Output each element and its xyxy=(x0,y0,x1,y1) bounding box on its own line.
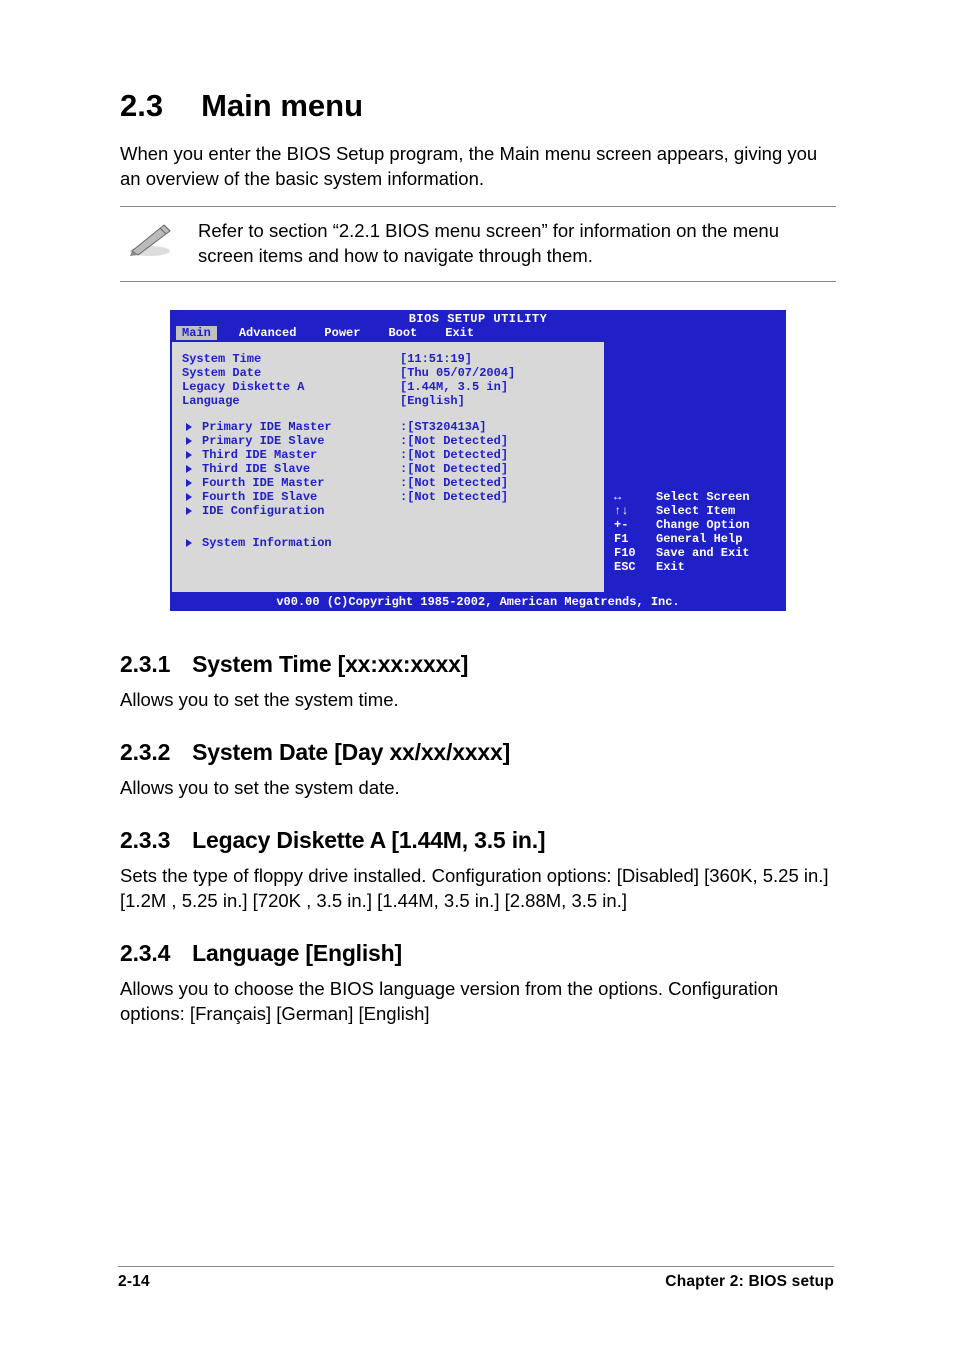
triangle-icon xyxy=(186,465,192,473)
bios-sub-label: IDE Configuration xyxy=(202,504,400,518)
triangle-icon xyxy=(186,493,192,501)
bios-sub-value: :[ST320413A] xyxy=(400,420,486,434)
help-key: F1 xyxy=(614,532,656,546)
triangle-icon xyxy=(186,479,192,487)
intro-paragraph: When you enter the BIOS Setup program, t… xyxy=(120,142,836,192)
note-text: Refer to section “2.2.1 BIOS menu screen… xyxy=(198,219,836,269)
bios-sub-label: Third IDE Slave xyxy=(202,462,400,476)
bios-tab-advanced: Advanced xyxy=(225,326,311,340)
section-title: Main menu xyxy=(201,88,363,123)
bios-row-value: [Thu 05/07/2004] xyxy=(400,366,515,380)
help-desc: Exit xyxy=(656,560,685,574)
help-desc: Select Item xyxy=(656,504,735,518)
bios-screenshot: BIOS SETUP UTILITY Main Advanced Power B… xyxy=(170,310,786,611)
subsection-number: 2.3.3 xyxy=(120,827,170,853)
triangle-icon xyxy=(186,539,192,547)
subsection-heading: 2.3.2 System Date [Day xx/xx/xxxx] xyxy=(120,739,836,766)
bios-row-value: [11:51:19] xyxy=(400,352,472,366)
help-desc: Select Screen xyxy=(656,490,750,504)
section-heading: 2.3 Main menu xyxy=(120,88,836,124)
bios-sub-label: Fourth IDE Master xyxy=(202,476,400,490)
pencil-icon xyxy=(126,221,174,257)
help-key: ESC xyxy=(614,560,656,574)
bios-sub-value: :[Not Detected] xyxy=(400,448,508,462)
bios-sub-label: Primary IDE Master xyxy=(202,420,400,434)
help-desc: Save and Exit xyxy=(656,546,750,560)
subsection-heading: 2.3.1 System Time [xx:xx:xxxx] xyxy=(120,651,836,678)
subsection-title: System Time [xx:xx:xxxx] xyxy=(192,651,468,677)
triangle-icon xyxy=(186,437,192,445)
bios-sub-value: :[Not Detected] xyxy=(400,490,508,504)
subsection-body: Allows you to set the system time. xyxy=(120,688,836,713)
subsection-title: System Date [Day xx/xx/xxxx] xyxy=(192,739,510,765)
page-number: 2-14 xyxy=(118,1273,150,1291)
bios-copyright: v00.00 (C)Copyright 1985-2002, American … xyxy=(170,594,786,611)
bios-sysinfo: System Information xyxy=(202,536,400,550)
triangle-icon xyxy=(186,451,192,459)
bios-row-label: System Time xyxy=(182,352,400,366)
bios-row-label: System Date xyxy=(182,366,400,380)
bios-tab-power: Power xyxy=(310,326,374,340)
help-desc: General Help xyxy=(656,532,742,546)
bios-sub-value: :[Not Detected] xyxy=(400,476,508,490)
subsection-title: Legacy Diskette A [1.44M, 3.5 in.] xyxy=(192,827,545,853)
bios-row-value: [1.44M, 3.5 in] xyxy=(400,380,508,394)
bios-title: BIOS SETUP UTILITY xyxy=(170,310,786,326)
subsection-body: Allows you to choose the BIOS language v… xyxy=(120,977,836,1027)
bios-sub-label: Fourth IDE Slave xyxy=(202,490,400,504)
help-key: ↔ xyxy=(614,490,656,504)
bios-sub-label: Primary IDE Slave xyxy=(202,434,400,448)
bios-row-value: [English] xyxy=(400,394,465,408)
bios-help-panel: ↔Select Screen ↑↓Select Item +-Change Op… xyxy=(606,342,784,592)
subsection-number: 2.3.2 xyxy=(120,739,170,765)
triangle-icon xyxy=(186,507,192,515)
bios-sub-value: :[Not Detected] xyxy=(400,462,508,476)
page-footer: 2-14 Chapter 2: BIOS setup xyxy=(118,1266,834,1291)
help-key: ↑↓ xyxy=(614,504,656,518)
bios-tab-boot: Boot xyxy=(374,326,431,340)
bios-left-panel: System Time[11:51:19] System Date[Thu 05… xyxy=(172,342,606,592)
subsection-number: 2.3.4 xyxy=(120,940,170,966)
bios-row-label: Legacy Diskette A xyxy=(182,380,400,394)
subsection-body: Allows you to set the system date. xyxy=(120,776,836,801)
note-block: Refer to section “2.2.1 BIOS menu screen… xyxy=(120,206,836,282)
help-key: F10 xyxy=(614,546,656,560)
triangle-icon xyxy=(186,423,192,431)
bios-tab-bar: Main Advanced Power Boot Exit xyxy=(170,326,786,342)
bios-sub-label: Third IDE Master xyxy=(202,448,400,462)
subsection-heading: 2.3.3 Legacy Diskette A [1.44M, 3.5 in.] xyxy=(120,827,836,854)
section-number: 2.3 xyxy=(120,88,163,123)
bios-tab-main: Main xyxy=(176,326,217,340)
help-key: +- xyxy=(614,518,656,532)
chapter-label: Chapter 2: BIOS setup xyxy=(665,1273,834,1291)
subsection-body: Sets the type of floppy drive installed.… xyxy=(120,864,836,914)
subsection-number: 2.3.1 xyxy=(120,651,170,677)
help-desc: Change Option xyxy=(656,518,750,532)
subsection-heading: 2.3.4 Language [English] xyxy=(120,940,836,967)
bios-tab-exit: Exit xyxy=(431,326,488,340)
bios-row-label: Language xyxy=(182,394,400,408)
bios-sub-value: :[Not Detected] xyxy=(400,434,508,448)
subsection-title: Language [English] xyxy=(192,940,402,966)
